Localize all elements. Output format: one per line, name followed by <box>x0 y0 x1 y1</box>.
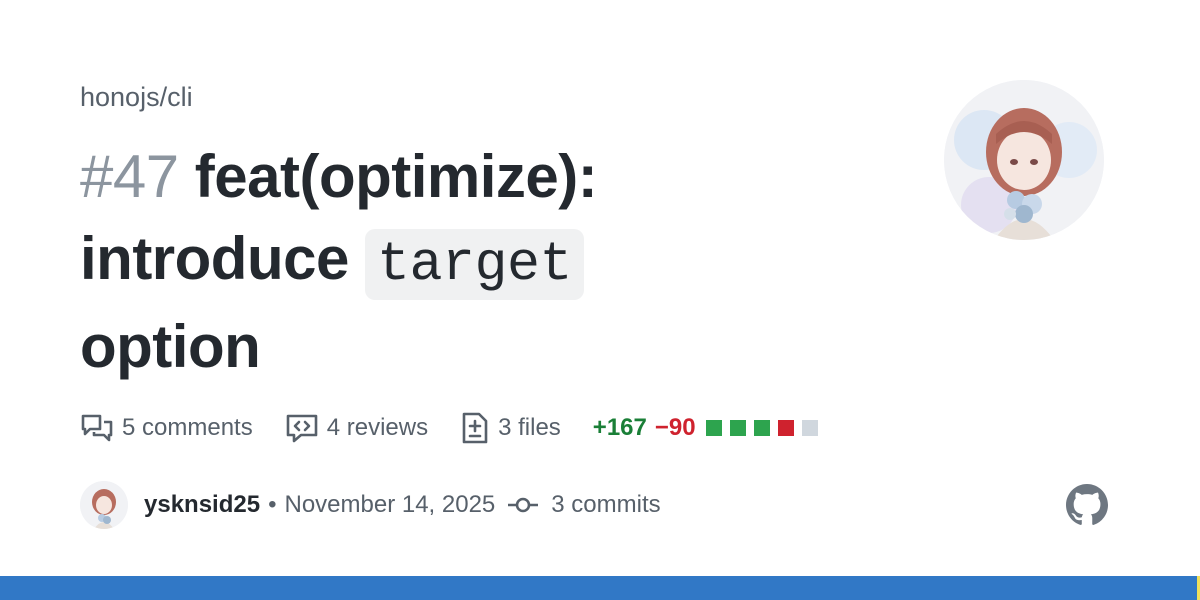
diff-block-added <box>705 420 722 436</box>
code-review-icon <box>286 414 318 443</box>
comment-discussion-icon <box>81 414 113 442</box>
files-count: 3 files <box>498 414 561 441</box>
language-bar <box>0 576 1200 600</box>
pr-date: November 14, 2025 <box>284 491 496 518</box>
author-line: ysknsid25 • November 14, 2025 3 commits <box>80 481 661 529</box>
comments-count: 5 comments <box>122 414 253 441</box>
separator-dot: • <box>268 491 277 518</box>
pr-number: #47 <box>80 143 179 210</box>
github-mark-icon[interactable] <box>1066 484 1108 526</box>
diff-block-added <box>729 420 746 436</box>
deletions-count: −90 <box>654 414 696 441</box>
comments-stat[interactable]: 5 comments <box>80 412 253 444</box>
file-diff-icon <box>462 412 488 444</box>
reviews-count: 4 reviews <box>326 414 429 441</box>
repo-link[interactable]: honojs/cli <box>80 82 193 113</box>
git-commit-icon <box>508 497 539 513</box>
diff-block-added <box>753 420 770 436</box>
diff-block-deleted <box>777 420 794 436</box>
commits-count[interactable]: 3 commits <box>551 491 660 519</box>
author-name[interactable]: ysknsid25 <box>144 491 260 519</box>
diff-stat: +167 −90 <box>593 414 826 442</box>
pr-stats: 5 comments 4 reviews 3 files +167 −90 <box>80 406 858 450</box>
reviews-stat[interactable]: 4 reviews <box>285 412 428 444</box>
files-stat[interactable]: 3 files <box>460 411 561 445</box>
additions-count: +167 <box>592 414 647 441</box>
pr-title: #47 feat(optimize): introduce target opt… <box>80 136 720 388</box>
pr-title-text-end: option <box>80 313 261 380</box>
pr-title-code: target <box>365 229 585 300</box>
diff-block-neutral <box>801 420 818 436</box>
author-avatar[interactable] <box>80 481 128 529</box>
author-avatar-large <box>944 80 1104 240</box>
